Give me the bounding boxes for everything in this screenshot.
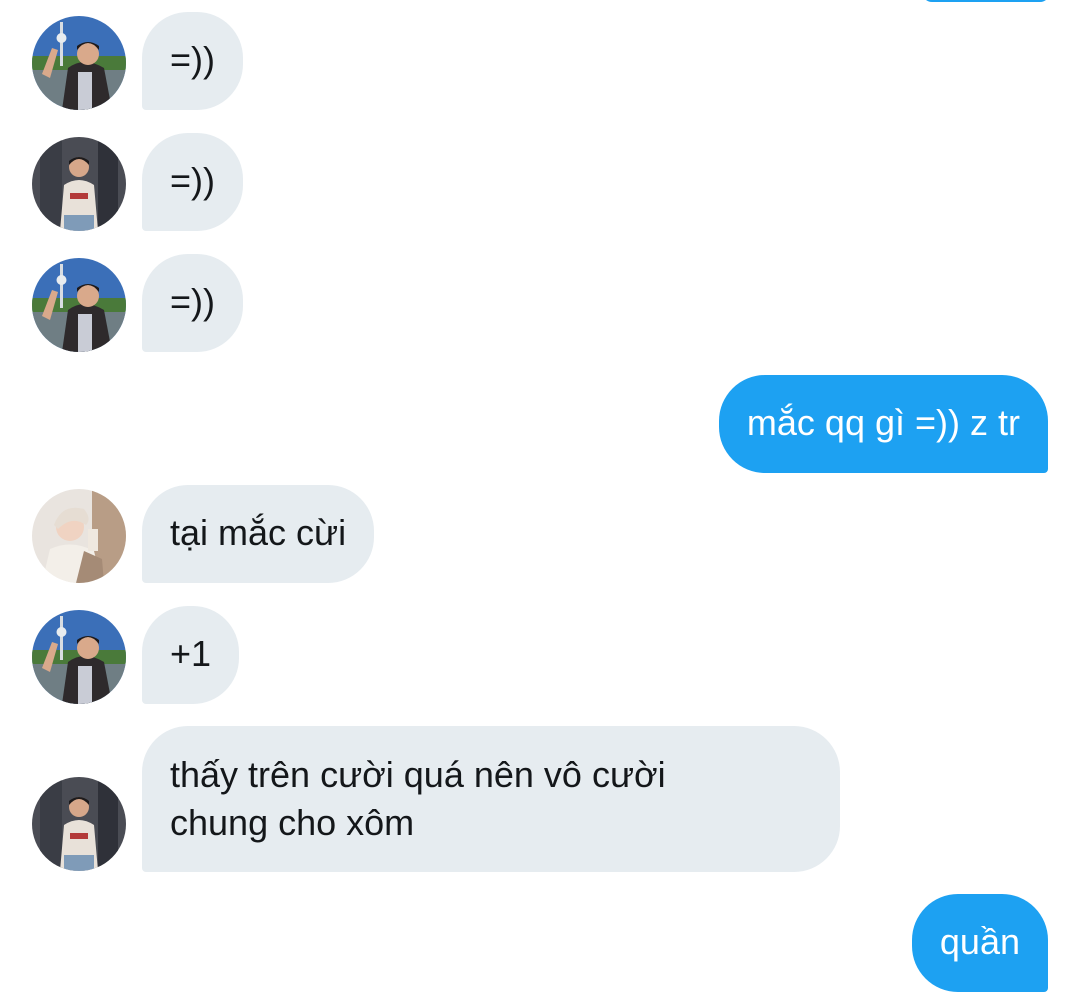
message-text: +1 — [170, 633, 212, 674]
avatar[interactable] — [32, 489, 126, 583]
previous-outgoing-bubble-edge — [922, 0, 1050, 2]
avatar[interactable] — [32, 258, 126, 352]
outgoing-message-bubble[interactable]: quần — [911, 894, 1048, 992]
message-text: quần — [939, 921, 1020, 962]
selfie-blue-sky-avatar-image — [32, 16, 126, 110]
light-hair-portrait-avatar-image — [32, 489, 126, 583]
message-text: =)) — [170, 39, 215, 80]
avatar[interactable] — [32, 16, 126, 110]
message-text: =)) — [170, 160, 215, 201]
message-text: =)) — [170, 281, 215, 322]
incoming-message-bubble[interactable]: thấy trên cười quá nên vô cười chung cho… — [142, 726, 840, 872]
message-text: mắc qq gì =)) z tr — [746, 402, 1020, 443]
incoming-message-bubble[interactable]: +1 — [142, 606, 240, 704]
avatar[interactable] — [32, 610, 126, 704]
incoming-message-bubble[interactable]: =)) — [142, 133, 243, 231]
incoming-message-bubble[interactable]: =)) — [142, 254, 243, 352]
mirror-selfie-avatar-image — [32, 777, 126, 871]
outgoing-message-bubble[interactable]: mắc qq gì =)) z tr — [718, 375, 1048, 473]
avatar[interactable] — [32, 777, 126, 871]
selfie-blue-sky-avatar-image — [32, 610, 126, 704]
incoming-message-bubble[interactable]: =)) — [142, 12, 243, 110]
message-thread: =)) =)) =)) mắc qq gì =)) z tr tại mắc c… — [0, 0, 1080, 997]
message-text-line-1: thấy trên cười quá nên vô cười — [170, 754, 666, 795]
incoming-message-bubble[interactable]: tại mắc cừi — [142, 485, 375, 583]
selfie-blue-sky-avatar-image — [32, 258, 126, 352]
message-text: tại mắc cừi — [170, 512, 347, 553]
avatar[interactable] — [32, 137, 126, 231]
mirror-selfie-avatar-image — [32, 137, 126, 231]
message-text-line-2: chung cho xôm — [170, 802, 415, 843]
